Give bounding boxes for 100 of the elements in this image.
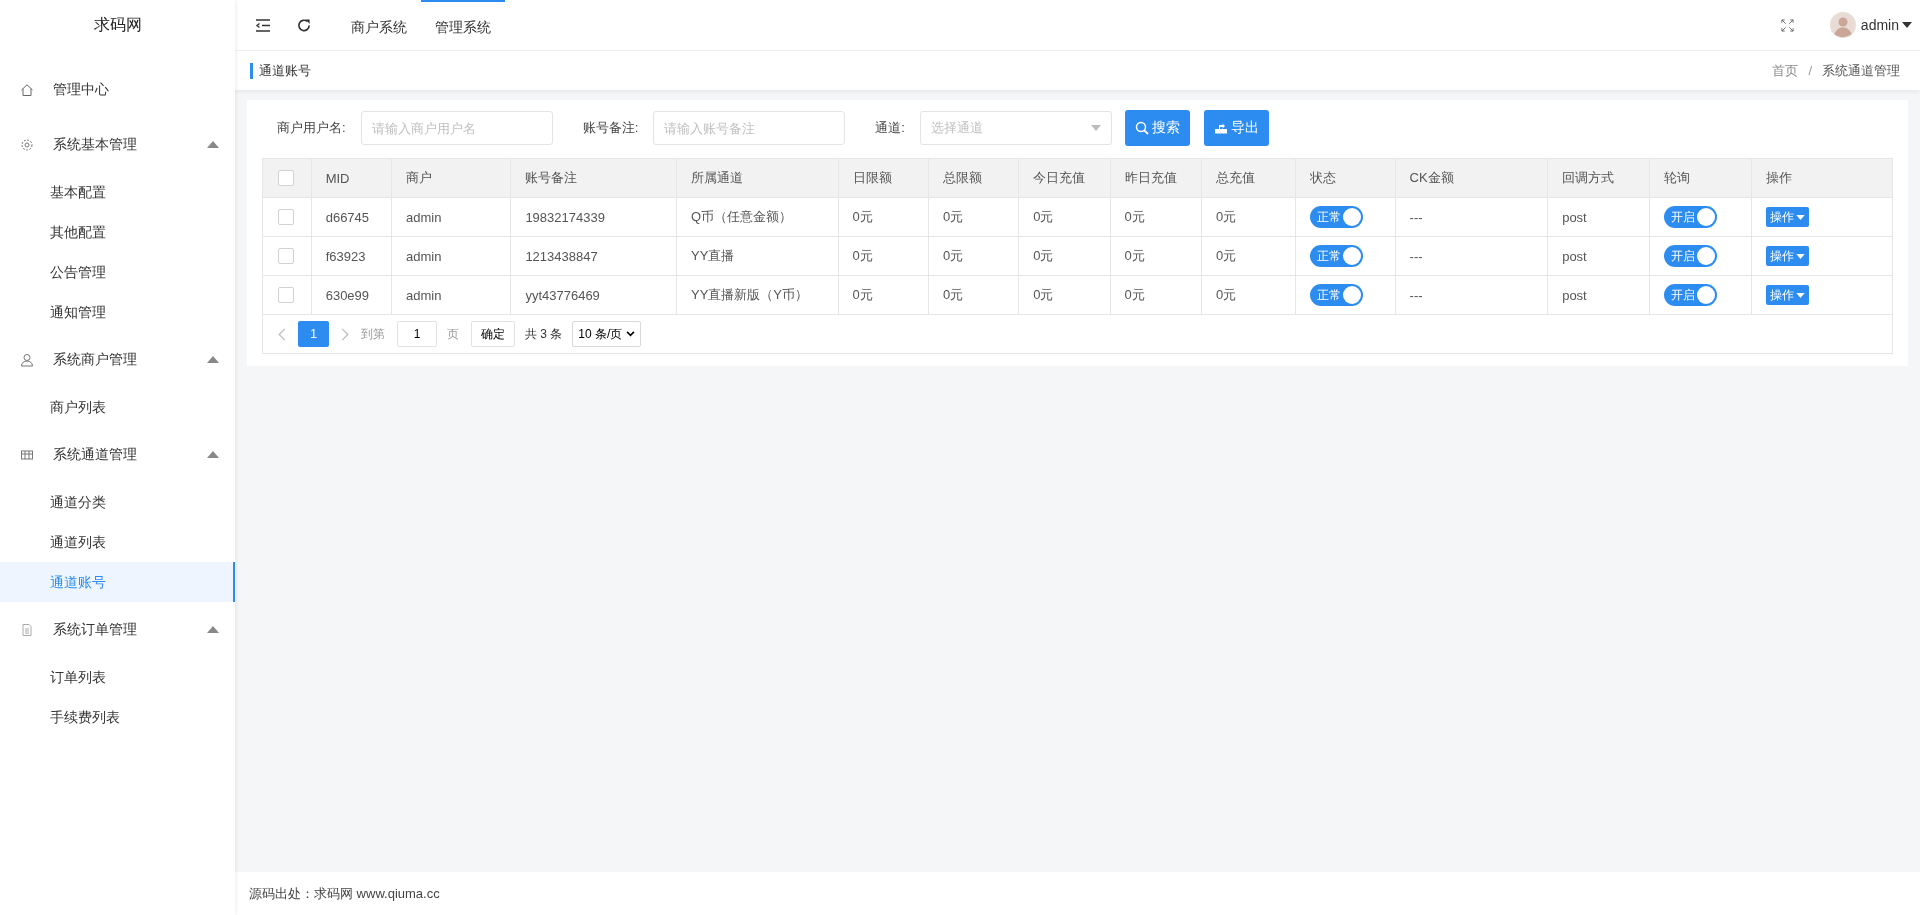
breadcrumb-separator: / [1808,63,1812,78]
gear-icon [20,137,34,152]
footer-text: 源码出处：求码网 www.qiuma.cc [249,884,440,903]
table-cell: YY直播新版（Y币） [691,287,808,302]
caret-icon[interactable] [1902,22,1912,28]
menu-icon[interactable] [255,17,271,33]
sidebar-item[interactable]: 通道列表 [0,522,235,562]
sidebar-item[interactable]: 手续费列表 [0,697,235,737]
breadcrumb-link[interactable]: 系统通道管理 [1822,61,1900,80]
table-cell: 0元 [852,248,873,263]
table-cell: post [1562,248,1587,264]
sidebar-item[interactable]: 通道分类 [0,482,235,522]
checkbox[interactable] [278,170,294,187]
column-header: 商户 [405,170,432,185]
avatar-icon[interactable] [1829,12,1856,38]
table-cell: 19832174339 [525,209,605,225]
column-header: 昨日充值 [1124,170,1177,185]
page-input[interactable]: 1 [397,321,437,347]
export-icon [1213,121,1228,135]
table-cell: 0元 [1124,209,1145,224]
sidebar-item[interactable]: 订单列表 [0,657,235,697]
sidebar-item[interactable]: 管理中心 [0,62,235,117]
column-header: 回调方式 [1562,170,1615,185]
search-icon [1134,121,1149,135]
table-cell: f63923 [325,248,366,264]
table-cell: d66745 [325,209,370,225]
sidebar-item[interactable]: 基本配置 [0,172,235,212]
previous-page-icon[interactable] [278,327,286,341]
table-cell: 0元 [852,209,873,224]
table-cell: 630e99 [325,287,370,303]
refresh-icon[interactable] [296,17,312,33]
logo-text: 求码网 [92,15,143,35]
table-cell: admin [405,248,442,264]
column-header: MID [325,170,350,186]
table-cell: --- [1409,248,1423,264]
user-name[interactable]: admin [1860,17,1899,33]
table-cell: --- [1409,287,1423,303]
chevron-down-icon [626,331,636,337]
table-cell: 0元 [942,287,964,302]
table-cell: --- [1409,209,1423,225]
sidebar-item[interactable]: 商户列表 [0,387,235,427]
sidebar-group[interactable]: 系统订单管理 [0,602,235,657]
sidebar-item[interactable]: 公告管理 [0,252,235,292]
column-header: 轮询 [1663,170,1690,185]
nav-tab[interactable]: 商户系统 [337,0,421,50]
column-header: 状态 [1310,170,1337,185]
page-size-select[interactable]: 10 条/页 [572,321,642,347]
checkbox[interactable] [278,248,294,265]
table-cell: 0元 [1033,287,1054,302]
checkbox[interactable] [278,209,294,226]
table-cell: 0元 [1215,209,1237,224]
document-icon [20,622,34,637]
sidebar-item[interactable]: 其他配置 [0,212,235,252]
table-cell: 0元 [1124,287,1145,302]
page-unit: 页 [447,325,459,343]
input-field[interactable]: 请输入商户用户名 [360,111,553,145]
next-page-icon[interactable] [341,327,349,341]
column-header: 今日充值 [1033,170,1086,185]
user-icon [20,352,34,367]
caret-icon [207,451,219,458]
column-header: 所属通道 [691,170,743,185]
fullscreen-icon[interactable] [1780,18,1794,32]
filter-label: 账号备注: [582,119,639,137]
table-cell: 0元 [1215,248,1237,263]
filter-label: 通道: [875,119,905,137]
table-cell: Q币（任意金额） [691,209,793,224]
caret-icon [1090,125,1101,131]
total-count: 共 3 条 [525,325,563,343]
column-header: 总限额 [942,170,982,185]
grid-icon [20,447,34,462]
input-field[interactable]: 请输入账号备注 [653,111,846,145]
table-cell: 1213438847 [525,248,598,264]
sidebar-group[interactable]: 系统通道管理 [0,427,235,482]
table-cell: 0元 [942,209,964,224]
table-cell: admin [405,209,442,225]
breadcrumb-link[interactable]: 首页 [1772,61,1799,80]
checkbox[interactable] [278,287,294,304]
table-cell: 0元 [1033,209,1054,224]
page-title: 通道账号 [250,62,311,79]
column-header: CK金额 [1409,170,1454,185]
caret-icon [1795,292,1805,298]
caret-icon [207,356,219,363]
sidebar-item[interactable]: 通知管理 [0,292,235,332]
confirm-button[interactable]: 确定 [471,321,515,347]
table-cell: yyt43776469 [525,287,600,303]
filter-label: 商户用户名: [277,119,346,137]
sidebar-group[interactable]: 系统基本管理 [0,117,235,172]
table-cell: YY直播 [691,248,735,263]
table-cell: 0元 [942,248,964,263]
column-header: 账号备注 [525,170,578,185]
sidebar-group[interactable]: 系统商户管理 [0,332,235,387]
goto-label: 到第 [361,325,385,343]
table-cell: post [1562,209,1587,225]
table-cell: 0元 [1033,248,1054,263]
table-cell: admin [405,287,442,303]
column-header: 总充值 [1215,170,1255,185]
table-cell: 0元 [1215,287,1237,302]
caret-icon [207,141,219,148]
caret-icon [1795,253,1805,259]
table-cell: 0元 [852,287,873,302]
